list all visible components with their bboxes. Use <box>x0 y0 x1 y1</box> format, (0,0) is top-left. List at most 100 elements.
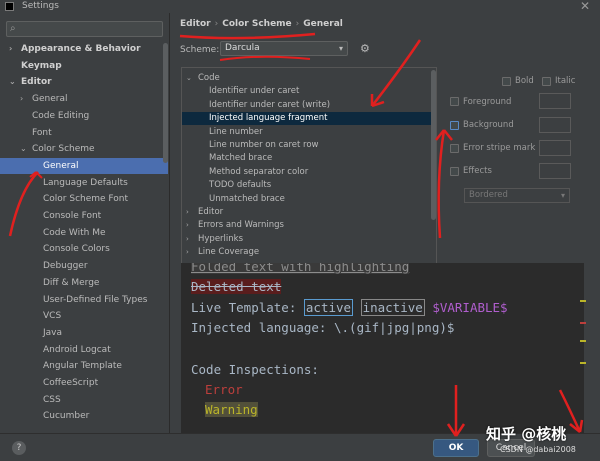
options-tree-item[interactable]: Line number on caret row <box>182 139 432 152</box>
preview-line-error: Error <box>205 381 243 399</box>
sidebar-item[interactable]: ⌄ Color Scheme <box>0 141 168 157</box>
error-stripe-color-swatch[interactable] <box>539 140 571 156</box>
preview-line-injected: Injected language: \.(gif|jpg|png)$ <box>191 319 454 337</box>
options-tree-item[interactable]: Identifier under caret <box>182 85 432 98</box>
help-button[interactable]: ? <box>12 441 26 455</box>
error-stripe-checkbox[interactable] <box>450 144 459 153</box>
sidebar-item[interactable]: User-Defined File Types <box>0 292 168 308</box>
options-tree-item[interactable]: Line number <box>182 126 432 139</box>
sidebar-item[interactable]: Cucumber <box>0 408 168 424</box>
scheme-select[interactable]: Darcula ▾ <box>220 41 348 56</box>
breadcrumb-editor[interactable]: Editor <box>180 19 211 29</box>
sidebar-item[interactable]: Code With Me <box>0 225 168 241</box>
injected-text: Injected language: \.(gif|jpg|png)$ <box>191 320 455 335</box>
search-icon: ⌕ <box>10 23 16 34</box>
chevron-down-icon: ▾ <box>338 44 343 53</box>
options-tree-item[interactable]: TODO defaults <box>182 179 432 192</box>
bold-checkbox[interactable] <box>502 77 511 86</box>
sidebar-item[interactable]: › General <box>0 91 168 107</box>
sidebar-item[interactable]: › Appearance & Behavior <box>0 41 168 57</box>
chevron-down-icon[interactable]: ⌄ <box>20 141 28 157</box>
sidebar-item[interactable]: Java <box>0 325 168 341</box>
chevron-down-icon[interactable]: ⌄ <box>186 72 192 85</box>
options-tree-label: Line number <box>209 126 263 137</box>
inspections-text: Code Inspections: <box>191 362 319 377</box>
sidebar-item[interactable]: Console Font <box>0 208 168 224</box>
watermark: 知乎 @核桃 <box>486 425 567 443</box>
options-tree-item[interactable]: Method separator color <box>182 166 432 179</box>
sidebar-item[interactable]: ⌄ Editor <box>0 74 168 90</box>
options-tree-item[interactable]: › Editor <box>182 206 432 219</box>
options-tree-label: Line number on caret row <box>209 140 319 150</box>
chevron-right-icon[interactable]: › <box>186 233 189 246</box>
options-tree-item[interactable]: Matched brace <box>182 152 432 165</box>
ok-button[interactable]: OK <box>433 439 479 457</box>
chevron-right-icon[interactable]: › <box>186 246 189 259</box>
effects-color-swatch[interactable] <box>539 163 571 179</box>
sidebar-item[interactable]: Diff & Merge <box>0 275 168 291</box>
options-tree-item[interactable]: › Hyperlinks <box>182 233 432 246</box>
sidebar-item[interactable]: CoffeeScript <box>0 375 168 391</box>
options-tree-label: Code <box>198 73 220 83</box>
editor-preview[interactable]: Folded text with highlighting Deleted te… <box>181 263 584 433</box>
sidebar-item-label: Code With Me <box>43 227 106 238</box>
options-tree-item[interactable]: › Line Coverage <box>182 246 432 259</box>
effect-type-value: Bordered <box>469 190 508 200</box>
sidebar-item-label: Diff & Merge <box>43 277 100 288</box>
sidebar-item[interactable]: Keymap <box>0 58 168 74</box>
close-icon[interactable]: ✕ <box>580 0 590 13</box>
options-tree-label: TODO defaults <box>209 180 272 191</box>
breadcrumb-color-scheme[interactable]: Color Scheme <box>222 19 291 29</box>
sidebar-item-label: Code Editing <box>32 110 90 121</box>
sidebar-item-label: Language Defaults <box>43 177 128 188</box>
sidebar-item[interactable]: Language Defaults <box>0 175 168 191</box>
sidebar-item[interactable]: Angular Template <box>0 358 168 374</box>
sidebar-item[interactable]: General <box>0 157 168 174</box>
error-stripe-label: Error stripe mark <box>463 143 536 153</box>
chevron-right-icon[interactable]: › <box>9 41 17 57</box>
chevron-right-icon[interactable]: › <box>186 219 189 232</box>
background-color-swatch[interactable] <box>539 117 571 133</box>
sidebar-item-label: Console Font <box>43 211 102 221</box>
sidebar-item[interactable]: Console Colors <box>0 241 168 257</box>
chevron-right-icon[interactable]: › <box>186 206 189 219</box>
sidebar-item[interactable]: Font <box>0 125 168 141</box>
sidebar-item[interactable]: Debugger <box>0 258 168 274</box>
sidebar-item-label: General <box>43 160 79 171</box>
preview-line-inspections: Code Inspections: <box>191 361 319 379</box>
sidebar-item[interactable]: Android Logcat <box>0 342 168 358</box>
options-tree-scrollbar[interactable] <box>431 70 436 220</box>
folded-text: Folded text with highlighting <box>191 263 410 274</box>
sidebar-item-label: Appearance & Behavior <box>21 44 141 54</box>
options-tree: ⌄ Code Identifier under caret Identifier un… <box>181 67 437 264</box>
gear-icon[interactable]: ⚙ <box>360 42 370 55</box>
chevron-right-icon[interactable]: › <box>20 91 28 107</box>
sidebar-item[interactable]: Color Scheme Font <box>0 191 168 207</box>
search-input[interactable]: ⌕ <box>6 21 163 37</box>
bold-label: Bold <box>515 76 534 86</box>
sidebar-item[interactable]: CSS <box>0 392 168 408</box>
italic-label: Italic <box>555 76 576 86</box>
sidebar-item-label: Color Scheme <box>32 144 95 155</box>
error-text: Error <box>205 382 243 397</box>
sidebar-item-label: Keymap <box>21 60 62 71</box>
italic-checkbox[interactable] <box>542 77 551 86</box>
preview-line-warning: Warning <box>205 401 258 419</box>
options-tree-item[interactable]: › Errors and Warnings <box>182 219 432 232</box>
effects-checkbox[interactable] <box>450 167 459 176</box>
foreground-color-swatch[interactable] <box>539 93 571 109</box>
background-checkbox[interactable] <box>450 121 459 130</box>
effect-type-select[interactable]: Bordered ▾ <box>464 188 570 203</box>
chevron-down-icon[interactable]: ⌄ <box>9 74 17 90</box>
options-tree-item[interactable]: Identifier under caret (write) <box>182 99 432 112</box>
foreground-checkbox[interactable] <box>450 97 459 106</box>
sidebar-scrollbar[interactable] <box>163 43 168 163</box>
options-tree-item[interactable]: Unmatched brace <box>182 193 432 206</box>
sidebar-item-label: Editor <box>21 77 52 88</box>
effects-label: Effects <box>463 166 492 176</box>
sidebar-item[interactable]: VCS <box>0 308 168 324</box>
sidebar-item[interactable]: Code Editing <box>0 108 168 124</box>
options-tree-item[interactable]: ⌄ Code <box>182 72 432 85</box>
stripe-mark <box>580 340 586 342</box>
options-tree-item[interactable]: Injected language fragment <box>182 112 432 126</box>
